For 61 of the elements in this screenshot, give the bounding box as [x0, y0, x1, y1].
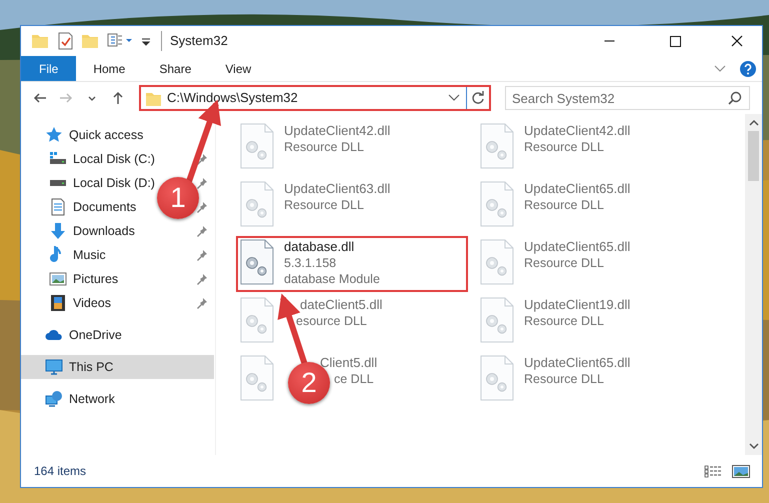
ribbon-tab[interactable]: View	[208, 56, 268, 81]
sidebar-item[interactable]: Music	[21, 243, 214, 267]
ribbon-tab[interactable]: Home	[76, 56, 142, 81]
minimize-icon	[604, 40, 614, 42]
file-name[interactable]: UpdateClient42.dll	[524, 123, 630, 139]
file-name[interactable]: UpdateClient65.dll	[524, 181, 630, 197]
folder-icon	[145, 90, 161, 106]
file-detail: Resource DLL	[284, 197, 364, 213]
sidebar-item[interactable]: This PC	[21, 355, 214, 379]
search-field[interactable]: Search System32	[505, 86, 750, 110]
document-icon	[49, 198, 67, 216]
file-detail: Resource DLL	[524, 313, 604, 329]
details-view-icon[interactable]	[704, 464, 722, 478]
sidebar-item[interactable]: Quick access	[21, 123, 214, 147]
file-icon[interactable]	[240, 239, 274, 285]
ribbon-tab[interactable]: File	[21, 56, 76, 81]
film-icon	[49, 294, 67, 312]
scroll-thumb[interactable]	[748, 131, 759, 181]
monitor-icon	[45, 358, 63, 376]
download-icon	[49, 222, 67, 240]
address-path[interactable]: C:\Windows\System32	[167, 88, 442, 108]
star-icon	[45, 126, 63, 144]
ribbon-tab[interactable]: Share	[142, 56, 208, 81]
picture-icon	[49, 270, 67, 288]
network-icon	[45, 390, 63, 408]
file-name[interactable]: UpdateClient65.dll	[524, 355, 630, 371]
scrollbar[interactable]	[745, 114, 762, 455]
properties-icon[interactable]	[57, 32, 73, 50]
file-name[interactable]: database.dll	[284, 239, 354, 255]
folder-icon[interactable]	[31, 32, 49, 50]
sidebar-item[interactable]: Videos	[21, 291, 214, 315]
file-name[interactable]: UpdateClient63.dll	[284, 181, 390, 197]
file-name[interactable]: dateClient5.dll	[300, 297, 382, 313]
help-icon[interactable]	[740, 60, 756, 76]
file-detail: Resource DLL	[524, 255, 604, 271]
search-icon	[728, 91, 742, 105]
large-icons-view-icon[interactable]	[732, 464, 750, 478]
drive-icon	[49, 179, 67, 187]
file-detail: 5.3.1.158	[284, 255, 336, 271]
file-detail: Resource DLL	[524, 371, 604, 387]
dropdown-icon[interactable]	[448, 93, 460, 103]
sidebar-item[interactable]: OneDrive	[21, 323, 214, 347]
expand-ribbon-icon[interactable]	[714, 64, 726, 74]
window-title: System32	[161, 31, 572, 51]
file-detail: esource DLL	[296, 313, 367, 329]
file-detail: ce DLL	[334, 371, 374, 387]
file-name[interactable]: UpdateClient19.dll	[524, 297, 630, 313]
new-folder-icon[interactable]	[81, 32, 99, 50]
refresh-icon	[471, 91, 485, 105]
file-detail: Resource DLL	[284, 139, 364, 155]
file-detail: Resource DLL	[524, 197, 604, 213]
file-detail: Resource DLL	[524, 139, 604, 155]
sidebar-item[interactable]: Local Disk (C:)	[21, 147, 214, 171]
sidebar-item[interactable]: Network	[21, 387, 214, 411]
file-name[interactable]: UpdateClient42.dll	[284, 123, 390, 139]
sidebar-item[interactable]: Pictures	[21, 267, 214, 291]
sidebar-item[interactable]: Downloads	[21, 219, 214, 243]
item-count: 164 items	[34, 463, 88, 480]
file-description: database Module	[284, 271, 380, 287]
recent-locations-icon	[88, 96, 96, 100]
file-name[interactable]: UpdateClient65.dll	[524, 239, 630, 255]
